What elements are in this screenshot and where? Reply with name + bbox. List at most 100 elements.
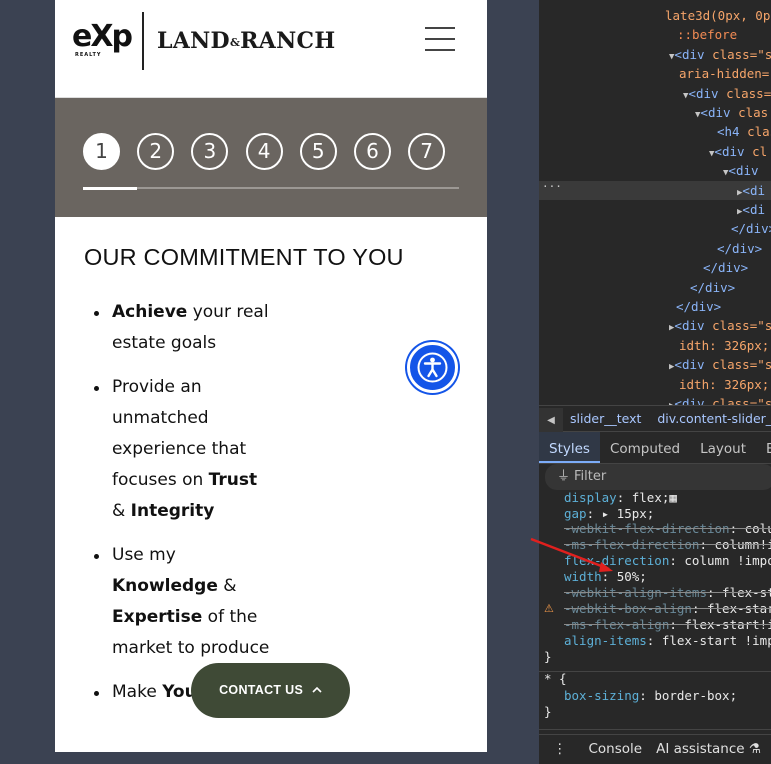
dom-token: idth: 326px;" xyxy=(679,376,771,392)
dom-ellipsis-icon[interactable]: ··· xyxy=(542,180,562,193)
dom-token: <div xyxy=(714,143,753,159)
slider-progress-fill xyxy=(83,187,137,190)
tab-computed[interactable]: Computed xyxy=(600,432,690,463)
emphasis-text: Expertise xyxy=(112,607,203,627)
drawer-tab[interactable]: Console xyxy=(589,741,643,757)
css-declaration[interactable]: -webkit-box-align: flex-star ⚠ xyxy=(544,601,771,617)
css-property: -webkit-box-align xyxy=(564,601,692,616)
exp-logo-realty: REALTY xyxy=(75,52,102,58)
dom-token: </div> xyxy=(676,299,722,314)
css-value: : ▸ 15px; xyxy=(586,506,655,521)
tab-layout[interactable]: Layout xyxy=(690,432,756,463)
dom-token: class="s xyxy=(712,46,771,62)
dom-token: </div> xyxy=(703,260,749,276)
step-button-1[interactable]: 1 xyxy=(83,133,120,170)
css-property: align-items xyxy=(564,633,647,648)
logo-ranch-text: RANCH xyxy=(240,28,336,54)
commitment-list-item: Use my Knowledge & Expertise of the mark… xyxy=(94,540,274,664)
tab-ev[interactable]: Ev xyxy=(756,432,771,463)
dom-node-line[interactable]: ▶<di xyxy=(539,180,771,200)
site-header: eXp REALTY LAND&RANCH xyxy=(55,0,487,98)
breadcrumb-item[interactable]: div.content-slider__de xyxy=(657,411,771,426)
logo-amp: & xyxy=(229,36,241,49)
css-value: * { xyxy=(544,671,567,686)
dom-token: class= xyxy=(726,85,771,101)
step-button-4[interactable]: 4 xyxy=(245,133,283,170)
contact-us-label: CONTACT US xyxy=(219,683,304,697)
emphasis-text: Trust xyxy=(208,470,258,490)
dom-token: <div xyxy=(688,85,727,101)
dom-token: <div xyxy=(674,46,713,62)
drawer-menu-icon[interactable]: ⋮ xyxy=(553,741,567,757)
commitment-list-item: Provide an unmatched experience that foc… xyxy=(94,372,274,527)
slide-content: OUR COMMITMENT TO YOU Achieve your real … xyxy=(55,217,487,721)
dom-token: <div xyxy=(700,105,739,120)
mobile-site-viewport: eXp REALTY LAND&RANCH 1234567 OUR COMMIT… xyxy=(55,0,487,752)
list-text: & xyxy=(217,576,237,596)
dom-token: <div xyxy=(674,357,713,373)
css-declaration[interactable]: * { xyxy=(544,671,567,687)
dom-token: <di xyxy=(742,202,765,217)
css-declaration[interactable]: display: flex;▦ xyxy=(564,490,677,506)
emphasis-text: Integrity xyxy=(130,501,215,521)
step-buttons: 1234567 xyxy=(83,133,462,170)
css-value: ▦ xyxy=(669,490,677,505)
styles-filter-input[interactable] xyxy=(574,469,755,484)
css-value: : flex-star xyxy=(691,601,771,616)
dom-token: aria-hidden=" xyxy=(679,66,771,82)
dom-token: cl xyxy=(752,143,768,159)
filter-icon: ⏚ xyxy=(557,469,571,484)
drawer-tab[interactable]: AI assistance ⚗ xyxy=(656,741,761,757)
elements-dom-tree: late3d(0px, 0px::before ▼<div class="s ari… xyxy=(539,0,771,411)
css-declaration[interactable]: } xyxy=(544,649,552,665)
hamburger-menu-icon[interactable] xyxy=(425,27,455,53)
css-property: box-sizing xyxy=(564,688,640,703)
css-declaration[interactable]: -webkit-align-items: flex-st xyxy=(564,585,771,601)
tab-styles[interactable]: Styles xyxy=(539,432,600,463)
css-declaration[interactable]: gap: ▸ 15px; xyxy=(564,506,654,522)
dom-token: clas xyxy=(738,105,769,120)
rule-divider xyxy=(539,729,771,730)
css-value: : flex-st xyxy=(707,585,771,600)
styles-pane-tabs: StylesComputedLayoutEv xyxy=(539,432,771,464)
contact-us-button[interactable]: CONTACT US xyxy=(191,663,350,718)
css-value: : colu xyxy=(729,521,771,536)
step-button-3[interactable]: 3 xyxy=(191,133,229,170)
css-declaration[interactable]: box-sizing: border-box; xyxy=(564,688,737,704)
slider-progress-track xyxy=(83,187,459,190)
css-value: : flex-start!i xyxy=(669,617,771,632)
dom-token: ::before xyxy=(677,27,738,43)
css-value: : border-box; xyxy=(639,688,738,703)
step-slider-nav: 1234567 xyxy=(55,98,487,217)
css-declaration[interactable]: } xyxy=(544,704,552,720)
css-property: -webkit-flex-direction xyxy=(564,521,730,536)
dom-token: </div> xyxy=(690,279,736,295)
dom-token: class="s xyxy=(712,318,771,334)
css-value: : column !impo xyxy=(669,553,771,568)
css-declaration[interactable]: align-items: flex-start !imp xyxy=(564,633,771,649)
emphasis-text: Achieve xyxy=(112,302,188,322)
dom-token: idth: 326px;" xyxy=(679,337,771,353)
css-value: : column!i xyxy=(699,537,771,552)
css-declaration[interactable]: -ms-flex-align: flex-start!i xyxy=(564,617,771,633)
css-declaration[interactable]: -webkit-flex-direction: colu xyxy=(564,521,771,537)
exp-logo[interactable]: eXp xyxy=(72,22,133,52)
step-button-7[interactable]: 7 xyxy=(408,133,446,170)
css-property: gap xyxy=(564,506,587,521)
dom-token: </div> xyxy=(731,221,771,237)
accessibility-icon xyxy=(417,352,448,383)
chevron-up-icon xyxy=(312,686,322,693)
breadcrumb-scroll-left-icon[interactable]: ◀ xyxy=(539,408,563,433)
land-ranch-logo[interactable]: LAND&RANCH xyxy=(157,28,335,54)
accessibility-button[interactable] xyxy=(407,342,458,393)
breadcrumb-item[interactable]: slider__text xyxy=(570,411,641,426)
step-button-6[interactable]: 6 xyxy=(353,133,391,170)
css-value: : flex; xyxy=(616,490,670,505)
step-button-2[interactable]: 2 xyxy=(137,133,175,170)
warning-icon[interactable]: ⚠ xyxy=(544,601,554,617)
list-text: Make xyxy=(112,682,163,702)
css-value: : flex-start !imp xyxy=(646,633,771,648)
rule-divider xyxy=(539,671,771,672)
step-button-5[interactable]: 5 xyxy=(299,133,337,170)
dom-token: <div xyxy=(674,318,713,334)
